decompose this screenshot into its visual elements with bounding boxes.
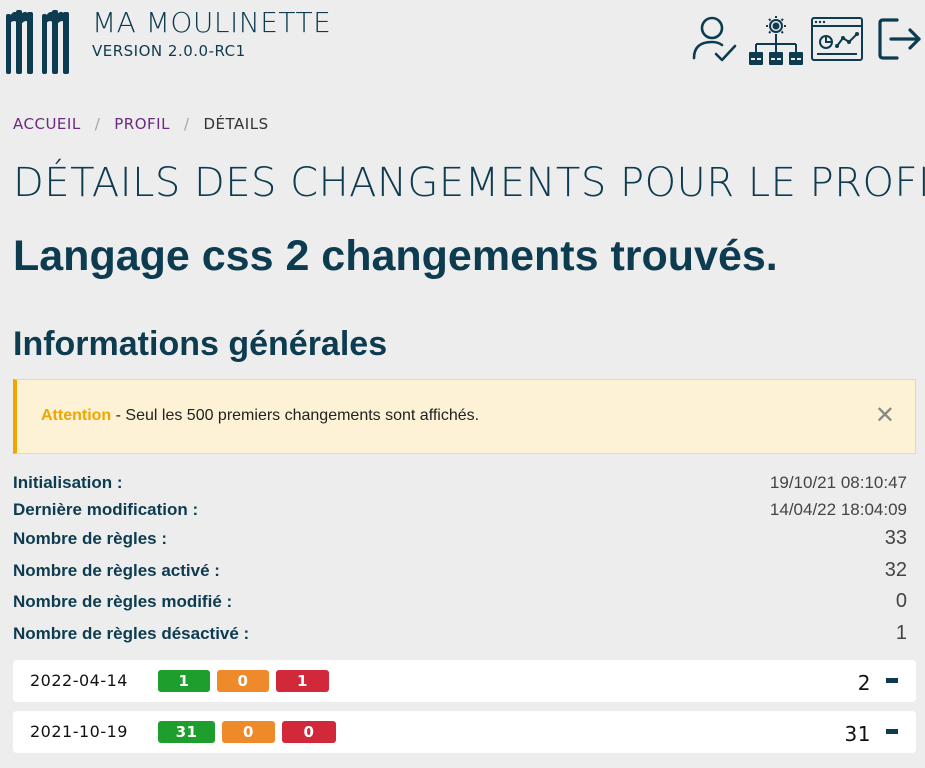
app-version: VERSION 2.0.0-RC1 bbox=[92, 42, 246, 60]
info-row-last-modified: Dernière modification : 14/04/22 18:04:0… bbox=[13, 500, 907, 526]
info-value: 1 bbox=[895, 622, 907, 644]
app-name: MA MOULINETTE bbox=[92, 6, 332, 39]
dashboard-chart-icon[interactable] bbox=[811, 14, 863, 62]
breadcrumb-profile-link[interactable]: PROFIL bbox=[114, 115, 170, 133]
modified-count-badge: 0 bbox=[222, 721, 275, 743]
info-row-rules-count: Nombre de règles : 33 bbox=[13, 527, 907, 555]
info-row-initialisation: Initialisation : 19/10/21 08:10:47 bbox=[13, 473, 907, 499]
info-row-rules-modified: Nombre de règles modifié : 0 bbox=[13, 590, 907, 618]
breadcrumb-separator: / bbox=[94, 115, 101, 133]
close-icon[interactable]: ✕ bbox=[875, 404, 895, 428]
alert-label: Attention bbox=[41, 407, 112, 424]
sitemap-gear-icon[interactable] bbox=[748, 14, 804, 68]
info-value: 33 bbox=[884, 527, 907, 549]
info-label: Nombre de règles modifié : bbox=[13, 592, 233, 611]
section-title: Informations générales bbox=[13, 325, 388, 363]
collapse-icon[interactable] bbox=[886, 729, 898, 734]
app-logo[interactable] bbox=[6, 6, 76, 76]
collapse-icon[interactable] bbox=[886, 678, 898, 683]
info-label: Nombre de règles : bbox=[13, 529, 167, 548]
history-date: 2021-10-19 bbox=[30, 722, 128, 741]
history-date: 2022-04-14 bbox=[30, 671, 128, 690]
breadcrumb-separator: / bbox=[183, 115, 190, 133]
history-total: 2 bbox=[857, 671, 871, 695]
info-value: 0 bbox=[895, 590, 907, 612]
info-value: 19/10/21 08:10:47 bbox=[769, 473, 907, 492]
modified-count-badge: 0 bbox=[217, 670, 269, 692]
page-title: DÉTAILS DES CHANGEMENTS POUR LE PROFIL. bbox=[13, 160, 925, 206]
alert-message: - Seul les 500 premiers changements sont… bbox=[111, 407, 480, 424]
info-label: Nombre de règles activé : bbox=[13, 561, 220, 580]
info-value: 32 bbox=[884, 559, 907, 581]
info-row-rules-disabled: Nombre de règles désactivé : 1 bbox=[13, 622, 907, 650]
added-count-badge: 1 bbox=[158, 670, 210, 692]
added-count-badge: 31 bbox=[158, 721, 215, 743]
warning-alert: Attention - Seul les 500 premiers change… bbox=[13, 379, 916, 454]
history-total: 31 bbox=[844, 722, 871, 746]
removed-count-badge: 1 bbox=[276, 670, 329, 692]
removed-count-badge: 0 bbox=[282, 721, 336, 743]
breadcrumb: ACCUEIL / PROFIL / DÉTAILS bbox=[13, 115, 269, 133]
user-check-icon[interactable] bbox=[690, 14, 738, 64]
info-row-rules-active: Nombre de règles activé : 32 bbox=[13, 559, 907, 587]
history-row[interactable]: 2021-10-19 31 0 0 31 bbox=[13, 711, 916, 753]
info-label: Dernière modification : bbox=[13, 500, 199, 519]
info-label: Initialisation : bbox=[13, 473, 123, 492]
info-value: 14/04/22 18:04:09 bbox=[769, 500, 907, 519]
page-subtitle: Langage css 2 changements trouvés. bbox=[13, 232, 778, 280]
breadcrumb-current: DÉTAILS bbox=[203, 115, 269, 133]
history-row[interactable]: 2022-04-14 1 0 1 2 bbox=[13, 660, 916, 702]
logout-icon[interactable] bbox=[877, 14, 923, 64]
info-label: Nombre de règles désactivé : bbox=[13, 624, 250, 643]
app-header: MA MOULINETTE VERSION 2.0.0-RC1 bbox=[0, 0, 925, 85]
alert-text: Attention - Seul les 500 premiers change… bbox=[41, 407, 479, 425]
breadcrumb-home-link[interactable]: ACCUEIL bbox=[13, 115, 81, 133]
